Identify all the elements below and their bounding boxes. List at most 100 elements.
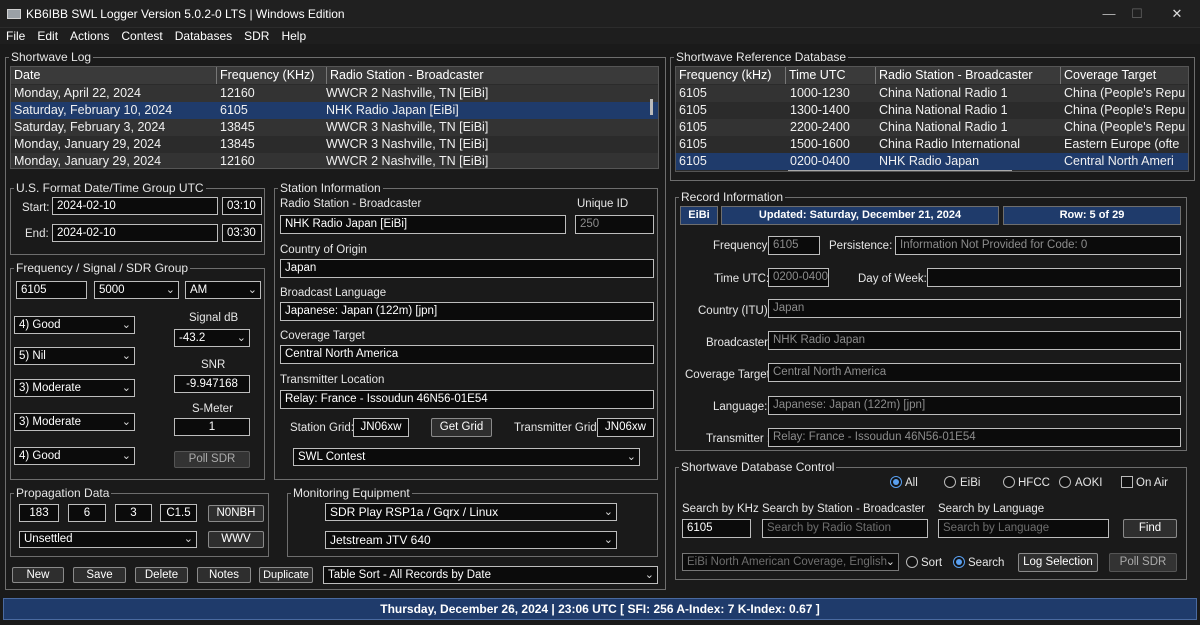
column-header[interactable]: Date — [11, 67, 217, 84]
chevron-down-icon: ⌄ — [121, 319, 131, 331]
cell-time: 0200-0400 — [790, 154, 850, 168]
rating-dropdown-2[interactable]: 5) Nil ⌄ — [14, 347, 135, 365]
group-label: Monitoring Equipment — [291, 486, 412, 500]
mode-dropdown[interactable]: AM ⌄ — [185, 281, 261, 299]
table-row[interactable]: Monday, April 22, 2024 12160 WWCR 2 Nash… — [11, 85, 658, 102]
station-grid-field[interactable]: JN06xw — [353, 418, 409, 437]
rating-dropdown-3[interactable]: 3) Moderate ⌄ — [14, 379, 135, 397]
delete-button[interactable]: Delete — [135, 567, 188, 583]
poll-sdr-button[interactable]: Poll SDR — [174, 451, 250, 468]
db-poll-sdr-button[interactable]: Poll SDR — [1109, 553, 1177, 572]
smeter-field[interactable]: 1 — [174, 418, 250, 436]
table-row[interactable]: Saturday, February 3, 2024 13845 WWCR 3 … — [11, 119, 658, 136]
start-time-field[interactable]: 03:10 — [222, 197, 262, 215]
start-date-field[interactable]: 2024-02-10 — [52, 197, 218, 215]
column-header[interactable]: Coverage Target — [1061, 67, 1188, 84]
language-field[interactable]: Japanese: Japan (122m) [jpn] — [280, 302, 654, 321]
menu-contest[interactable]: Contest — [115, 28, 168, 44]
scrollbar[interactable] — [788, 170, 1012, 171]
a-index-field[interactable]: 6 — [68, 504, 106, 522]
n0nbh-button[interactable]: N0NBH — [208, 505, 264, 522]
chevron-down-icon: ⌄ — [885, 556, 895, 568]
scrollbar[interactable] — [650, 99, 653, 115]
sfi-field[interactable]: 183 — [19, 504, 59, 522]
column-header[interactable]: Radio Station - Broadcaster — [327, 67, 658, 84]
column-header[interactable]: Radio Station - Broadcaster — [876, 67, 1061, 84]
table-row[interactable]: 6105 0200-0400 NHK Radio Japan Central N… — [676, 153, 1188, 170]
cell-frequency: 12160 — [220, 86, 255, 100]
cell-station: China Radio International — [879, 137, 1021, 151]
duplicate-button[interactable]: Duplicate — [259, 567, 313, 583]
frequency-field[interactable]: 6105 — [16, 281, 87, 299]
menu-sdr[interactable]: SDR — [238, 28, 275, 44]
table-row[interactable]: Monday, January 29, 2024 12160 WWCR 2 Na… — [11, 153, 658, 168]
xray-field[interactable]: C1.5 — [160, 504, 197, 522]
filter-eibi-radio[interactable] — [944, 476, 956, 488]
notes-button[interactable]: Notes — [197, 567, 251, 583]
column-header[interactable]: Time UTC — [786, 67, 876, 84]
rating-dropdown-5[interactable]: 4) Good ⌄ — [14, 447, 135, 465]
table-row[interactable]: 6105 1000-1230 China National Radio 1 Ch… — [676, 85, 1188, 102]
transmitter-grid-field[interactable]: JN06xw — [597, 418, 654, 437]
antenna-dropdown[interactable]: Jetstream JTV 640 ⌄ — [325, 531, 617, 549]
table-row[interactable]: Saturday, February 10, 2024 6105 NHK Rad… — [11, 102, 658, 119]
rec-broadcaster-field: NHK Radio Japan — [768, 331, 1181, 350]
end-time-field[interactable]: 03:30 — [222, 224, 262, 242]
table-row[interactable]: 6105 1500-1600 China Radio International… — [676, 136, 1188, 153]
receiver-dropdown[interactable]: SDR Play RSP1a / Gqrx / Linux ⌄ — [325, 503, 617, 521]
rating-dropdown-1[interactable]: 4) Good ⌄ — [14, 316, 135, 334]
cell-station: NHK Radio Japan [EiBi] — [326, 103, 459, 117]
menu-help[interactable]: Help — [275, 28, 312, 44]
menu-databases[interactable]: Databases — [169, 28, 238, 44]
smeter-label: S-Meter — [192, 403, 233, 415]
rating-dropdown-4[interactable]: 3) Moderate ⌄ — [14, 413, 135, 431]
table-sort-dropdown[interactable]: Table Sort - All Records by Date ⌄ — [323, 566, 658, 584]
snr-field[interactable]: -9.947168 — [174, 375, 250, 393]
new-button[interactable]: New — [12, 567, 64, 583]
save-button[interactable]: Save — [73, 567, 126, 583]
broadcaster-field[interactable]: NHK Radio Japan [EiBi] — [280, 215, 566, 234]
search-khz-input[interactable]: 6105 — [682, 519, 751, 538]
menu-edit[interactable]: Edit — [31, 28, 64, 44]
search-station-input[interactable]: Search by Radio Station — [762, 519, 928, 538]
minimize-icon[interactable]: — — [1098, 4, 1120, 24]
bandwidth-dropdown[interactable]: 5000 ⌄ — [94, 281, 179, 299]
column-header[interactable]: Frequency (kHz) — [676, 67, 786, 84]
get-grid-button[interactable]: Get Grid — [431, 418, 492, 437]
coverage-field[interactable]: Central North America — [280, 345, 654, 364]
close-icon[interactable]: ✕ — [1166, 4, 1188, 24]
chevron-down-icon: ⌄ — [247, 284, 257, 296]
filter-all-radio[interactable] — [890, 476, 902, 488]
reference-table[interactable]: Frequency (kHz) Time UTC Radio Station -… — [675, 66, 1189, 172]
sort-radio[interactable] — [906, 556, 918, 568]
cell-station: WWCR 3 Nashville, TN [EiBi] — [326, 137, 489, 151]
on-air-checkbox[interactable] — [1121, 476, 1133, 488]
menu-file[interactable]: File — [0, 28, 31, 44]
search-radio[interactable] — [953, 556, 965, 568]
filter-aoki-radio[interactable] — [1059, 476, 1071, 488]
menu-actions[interactable]: Actions — [64, 28, 115, 44]
chevron-down-icon: ⌄ — [121, 450, 131, 462]
k-index-field[interactable]: 3 — [115, 504, 152, 522]
log-selection-button[interactable]: Log Selection — [1018, 553, 1098, 572]
table-row[interactable]: 6105 1300-1400 China National Radio 1 Ch… — [676, 102, 1188, 119]
column-header[interactable]: Frequency (KHz) — [217, 67, 327, 84]
table-row[interactable]: 6105 2200-2400 China National Radio 1 Ch… — [676, 119, 1188, 136]
search-language-input[interactable]: Search by Language — [938, 519, 1109, 538]
signal-dropdown[interactable]: -43.2 ⌄ — [174, 329, 250, 347]
preset-filter-dropdown[interactable]: EiBi North American Coverage, English ⌄ — [682, 553, 899, 571]
filter-hfcc-radio[interactable] — [1003, 476, 1015, 488]
country-field[interactable]: Japan — [280, 259, 654, 278]
table-row[interactable]: Monday, January 29, 2024 13845 WWCR 3 Na… — [11, 136, 658, 153]
menu-bar: File Edit Actions Contest Databases SDR Help — [0, 28, 1200, 44]
find-button[interactable]: Find — [1123, 519, 1177, 538]
cell-frequency: 6105 — [679, 86, 707, 100]
wwv-button[interactable]: WWV — [208, 531, 264, 548]
end-date-field[interactable]: 2024-02-10 — [52, 224, 218, 242]
log-table[interactable]: Date Frequency (KHz) Radio Station - Bro… — [10, 66, 659, 169]
rating-value: 4) Good — [19, 450, 61, 462]
transmitter-field[interactable]: Relay: France - Issoudun 46N56-01E54 — [280, 390, 654, 409]
cell-frequency: 6105 — [679, 103, 707, 117]
contest-dropdown[interactable]: SWL Contest ⌄ — [293, 448, 640, 466]
conditions-dropdown[interactable]: Unsettled ⌄ — [19, 531, 197, 548]
